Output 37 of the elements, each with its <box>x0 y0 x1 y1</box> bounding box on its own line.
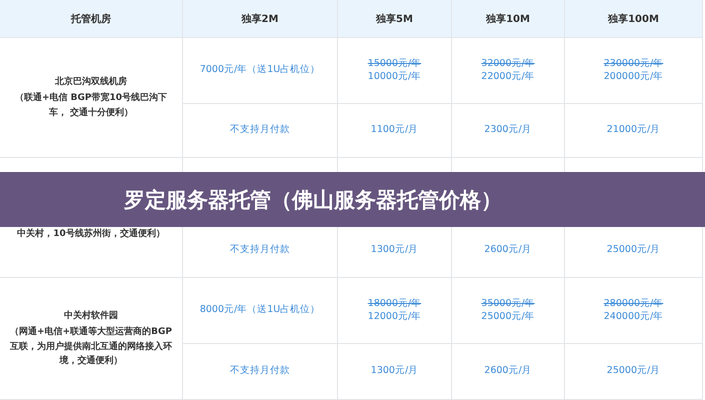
monthly-price: 1300元/月 <box>370 244 418 257</box>
original-price: 230000元/年 <box>604 58 664 70</box>
location-name: 中关村软件园 <box>64 309 118 323</box>
annual-price: 7000元/年（送1U占机位） <box>200 64 320 77</box>
banner-title: 罗定服务器托管（佛山服务器托管价格） <box>124 186 502 214</box>
column-header: 托管机房 <box>0 0 183 38</box>
column-header: 独享2M <box>183 0 338 38</box>
column-header: 独享5M <box>338 0 452 38</box>
column-header: 独享10M <box>452 0 565 38</box>
location-description: （联通+电信 BGP带宽10号线巴沟下车， 交通十分便利） <box>14 91 168 120</box>
original-price: 35000元/年 <box>481 298 535 310</box>
monthly-price: 1100元/月 <box>370 124 418 137</box>
monthly-price: 1300元/月 <box>370 365 418 378</box>
annual-price: 10000元/年 <box>368 70 422 84</box>
monthly-price: 不支持月付款 <box>230 124 290 137</box>
monthly-price: 25000元/月 <box>606 244 660 257</box>
monthly-price: 2600元/月 <box>484 244 532 257</box>
original-price: 18000元/年 <box>368 298 422 310</box>
original-price: 280000元/年 <box>604 298 664 310</box>
monthly-price: 25000元/月 <box>606 365 660 378</box>
location-description: （网通+电信+联通等大型运营商的BGP互联，为用户提供南北互通的网络接入环境，交通便利） <box>9 325 173 368</box>
location-description: 中关村，10号线苏州街，交通便利） <box>17 227 165 241</box>
annual-price: 12000元/年 <box>368 310 422 324</box>
annual-price: 25000元/年 <box>481 310 535 324</box>
monthly-price: 21000元/月 <box>606 124 660 137</box>
original-price: 32000元/年 <box>481 58 535 70</box>
column-header: 独享100M <box>565 0 703 38</box>
annual-price: 200000元/年 <box>604 70 664 84</box>
monthly-price: 2600元/月 <box>484 365 532 378</box>
annual-price: 22000元/年 <box>481 70 535 84</box>
original-price: 15000元/年 <box>368 58 422 70</box>
monthly-price: 2300元/月 <box>484 124 532 137</box>
annual-price: 240000元/年 <box>604 310 664 324</box>
location-name: 北京巴沟双线机房 <box>55 75 127 89</box>
monthly-price: 不支持月付款 <box>230 365 290 378</box>
monthly-price: 不支持月付款 <box>230 244 290 257</box>
annual-price: 8000元/年（送1U占机位） <box>200 304 320 317</box>
